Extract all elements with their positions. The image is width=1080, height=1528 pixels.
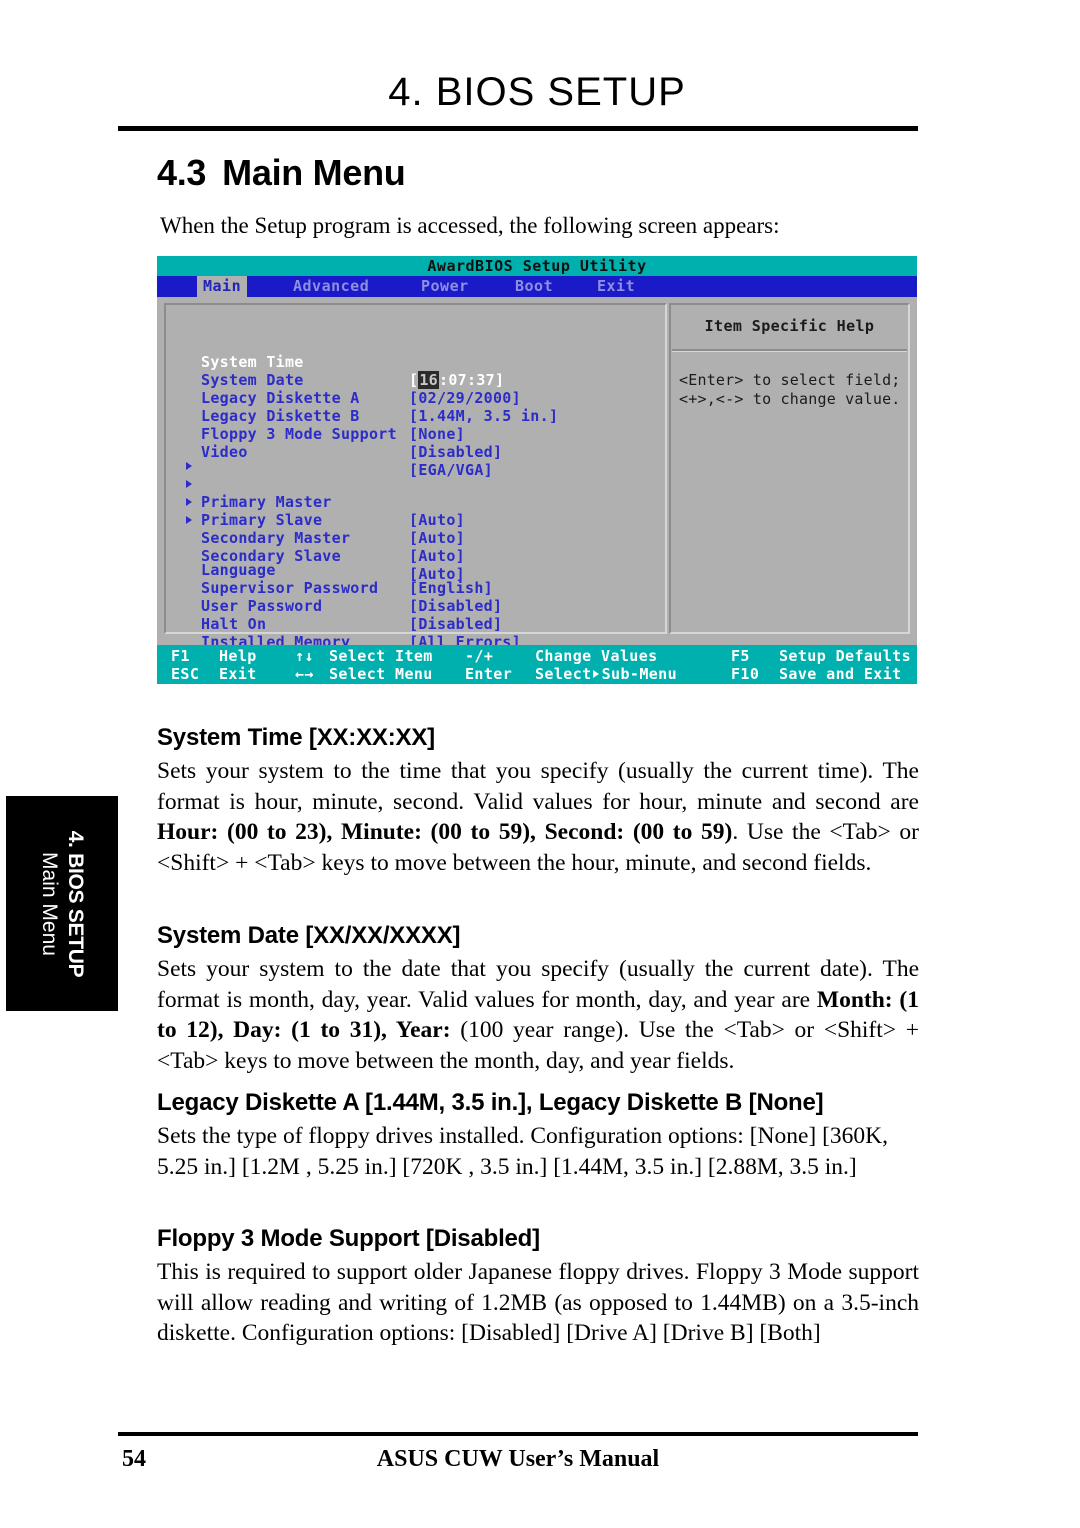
bios-settings-panel: System Time [16:07:37] System Date [02/2… — [164, 303, 667, 669]
section-name: Main Menu — [222, 152, 406, 193]
bios-tab-main[interactable]: Main — [197, 276, 248, 297]
bios-row-installed-memory: Installed Memory 127MB — [166, 615, 665, 669]
bios-row-legacy-diskette-a[interactable]: Legacy Diskette A [1.44M, 3.5 in.] — [166, 371, 665, 425]
submenu-arrow-icon — [186, 498, 192, 506]
manual-title: ASUS CUW User’s Manual — [376, 1446, 660, 1472]
bios-row-halt-on[interactable]: Halt On [All Errors] — [166, 597, 665, 651]
fk-leftright-key: ←→ — [295, 665, 314, 683]
fk-f10-label: Save and Exit — [779, 665, 902, 683]
bios-tab-power[interactable]: Power — [415, 276, 475, 297]
paragraph-system-time: Sets your system to the time that you sp… — [157, 758, 919, 876]
fk-plusminus-label: Change Values — [535, 647, 658, 665]
bios-setup-screenshot: AwardBIOS Setup Utility Main Advanced Po… — [157, 256, 917, 684]
side-tab-section: Main Menu — [38, 851, 61, 956]
help-line-2: <+>,<-> to change value. — [679, 390, 901, 408]
bios-row-user-password[interactable]: User Password [Disabled] — [166, 579, 665, 633]
header-divider — [118, 126, 918, 131]
submenu-arrow-icon — [592, 669, 599, 678]
side-tab-text: 4. BIOS SETUP Main Menu — [37, 830, 87, 977]
heading-floppy-3-mode: Floppy 3 Mode Support [Disabled] — [157, 1225, 540, 1252]
bios-row-legacy-diskette-b[interactable]: Legacy Diskette B [None] — [166, 389, 665, 443]
heading-legacy-diskette: Legacy Diskette A [1.44M, 3.5 in.], Lega… — [157, 1089, 824, 1116]
bios-row-system-date[interactable]: System Date [02/29/2000] — [166, 353, 665, 407]
fk-updown-key: ↑↓ — [295, 647, 314, 665]
bios-help-panel: Item Specific Help <Enter> to select fie… — [669, 303, 910, 634]
bios-title-bar: AwardBIOS Setup Utility — [157, 256, 917, 276]
paragraph-system-date: Sets your system to the date that you sp… — [157, 956, 919, 1074]
fk-updown-label: Select Item — [329, 647, 433, 665]
submenu-arrow-icon — [186, 462, 192, 470]
intro-paragraph: When the Setup program is accessed, the … — [160, 213, 780, 238]
fk-enter-key[interactable]: Enter — [465, 665, 512, 683]
footer-divider — [118, 1432, 918, 1436]
bios-tab-advanced[interactable]: Advanced — [287, 276, 375, 297]
page-title: 4.3 Main Menu — [157, 152, 406, 194]
bios-menu-bar: Main Advanced Power Boot Exit — [157, 276, 917, 297]
bios-row-floppy-3-mode-support[interactable]: Floppy 3 Mode Support [Disabled] — [166, 407, 665, 461]
fk-plusminus-key: -/+ — [465, 647, 494, 665]
fk-esc-label: Exit — [219, 665, 257, 683]
fk-enter-label-pre: Select — [535, 665, 592, 683]
heading-system-date: System Date [XX/XX/XXXX] — [157, 922, 461, 949]
bios-row-primary-slave[interactable]: Primary Slave [Auto] — [166, 475, 665, 547]
fk-esc-key[interactable]: ESC — [171, 665, 199, 683]
bios-row-system-time[interactable]: System Time [16:07:37] — [166, 335, 665, 389]
bios-tab-exit[interactable]: Exit — [591, 276, 641, 297]
help-panel-divider — [672, 349, 907, 352]
paragraph-legacy-diskette: Sets the type of floppy drives installed… — [157, 1123, 889, 1180]
fk-f5-label: Setup Defaults — [779, 647, 912, 665]
submenu-arrow-icon — [186, 480, 192, 488]
fk-f10-key[interactable]: F10 — [731, 665, 759, 683]
submenu-arrow-icon — [186, 516, 192, 524]
side-tab-chapter: 4. BIOS SETUP — [64, 830, 87, 977]
side-tab-bios-setup: 4. BIOS SETUP Main Menu — [6, 796, 118, 1011]
bios-row-video[interactable]: Video [EGA/VGA] — [166, 425, 665, 479]
help-line-1: <Enter> to select field; — [679, 371, 901, 389]
section-number: 4.3 — [157, 152, 207, 193]
bios-row-primary-master[interactable]: Primary Master [Auto] — [166, 457, 665, 529]
bios-row-language[interactable]: Language [English] — [166, 543, 665, 597]
heading-system-time: System Time [XX:XX:XX] — [157, 724, 435, 751]
bios-row-supervisor-password[interactable]: Supervisor Password [Disabled] — [166, 561, 665, 615]
bios-row-secondary-master[interactable]: Secondary Master [Auto] — [166, 493, 665, 565]
fk-f1-key[interactable]: F1 — [171, 647, 190, 665]
fk-f5-key[interactable]: F5 — [731, 647, 750, 665]
fk-enter-label-post: Sub-Menu — [601, 665, 678, 683]
fk-leftright-label: Select Menu — [329, 665, 433, 683]
fk-enter-label: Select Sub-Menu — [535, 665, 677, 683]
paragraph-floppy-3-mode: This is required to support older Japane… — [157, 1259, 919, 1346]
fk-f1-label: Help — [219, 647, 257, 665]
bios-tab-boot[interactable]: Boot — [509, 276, 559, 297]
help-panel-title: Item Specific Help — [704, 317, 875, 335]
help-panel-text: <Enter> to select field; <+>,<-> to chan… — [679, 371, 911, 409]
bios-row-secondary-slave[interactable]: Secondary Slave [Auto] — [166, 511, 665, 583]
bios-body: System Time [16:07:37] System Date [02/2… — [157, 297, 917, 669]
chapter-title: 4. BIOS SETUP — [388, 70, 686, 114]
bios-function-key-bar: F1 Help ↑↓ Select Item -/+ Change Values… — [157, 645, 917, 684]
